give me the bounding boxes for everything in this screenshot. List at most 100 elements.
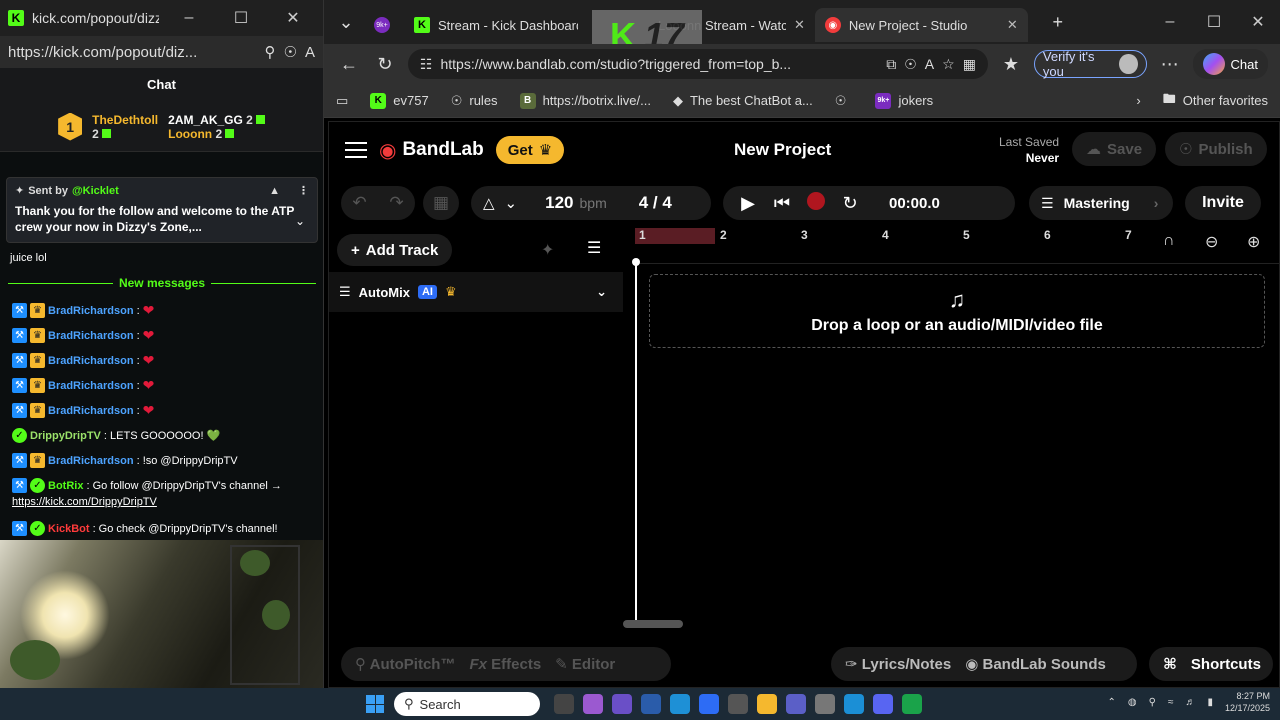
maximize-icon[interactable]: ☐	[1192, 12, 1236, 32]
tab-pinned[interactable]: 9k+	[360, 8, 404, 42]
verify-profile-button[interactable]: Verify it's you	[1033, 49, 1147, 79]
editor-button[interactable]: ✎ Editor	[555, 655, 615, 673]
timeline-ruler[interactable]: 1 2 3 4 5 6 7 ∩ ⊖ ⊕	[635, 228, 1280, 264]
favorite-jokers[interactable]: 9k+ jokers	[875, 92, 933, 109]
clock[interactable]: 8:27 PM 12/17/2025	[1225, 690, 1270, 714]
chevron-down-icon[interactable]: ⌄	[505, 194, 518, 212]
drop-zone[interactable]: ♫ Drop a loop or an audio/MIDI/video fil…	[649, 274, 1265, 348]
volume-icon[interactable]: ♬	[1185, 697, 1195, 708]
discord-icon[interactable]	[873, 694, 893, 714]
file-explorer-icon[interactable]	[757, 694, 777, 714]
invite-button[interactable]: Invite	[1185, 186, 1261, 220]
extension-icon[interactable]: ▦	[963, 56, 976, 73]
favorite-botrix[interactable]: Bhttps://botrix.live/...	[519, 92, 651, 109]
autopitch-button[interactable]: ⚲ AutoPitch™	[355, 655, 455, 673]
effects-button[interactable]: Fx Effects	[469, 656, 541, 673]
publish-button[interactable]: ☉ Publish	[1165, 132, 1267, 166]
minimize-icon[interactable]: –	[167, 9, 211, 27]
snap-magnet-icon[interactable]: ∩	[1163, 232, 1175, 250]
hp-icon[interactable]	[641, 694, 661, 714]
tracking-icon[interactable]: ☉	[284, 43, 297, 61]
favorite-ev757[interactable]: Kev757	[370, 92, 429, 109]
close-tab-icon[interactable]: ✕	[1007, 17, 1018, 33]
tray-app-icon[interactable]: ◍	[1128, 697, 1137, 708]
metronome-icon[interactable]: △	[483, 194, 495, 212]
close-icon[interactable]: ✕	[271, 8, 315, 28]
refresh-icon[interactable]: ↻	[372, 54, 398, 75]
other-favorites[interactable]: 🖿 Other favorites	[1163, 90, 1268, 112]
leader-name-3[interactable]: Looonn	[168, 127, 212, 141]
more-options-icon[interactable]: ⋮	[298, 184, 309, 197]
skip-to-start-icon[interactable]: ⏮	[765, 193, 799, 214]
mastering-button[interactable]: ☰ Mastering ›	[1029, 186, 1173, 220]
chat-username[interactable]: BradRichardson	[48, 380, 134, 392]
zoom-icon[interactable]: ⚲	[265, 43, 276, 61]
tab-new-project-studio[interactable]: ◉ New Project - Studio ✕	[814, 8, 1028, 42]
loop-region[interactable]	[635, 228, 715, 244]
chevron-down-icon[interactable]: ⌄	[295, 214, 305, 228]
horizontal-scrollbar[interactable]	[623, 620, 683, 628]
url-field[interactable]: ☷ https://www.bandlab.com/studio?trigger…	[407, 49, 988, 79]
copilot-chat-button[interactable]: Chat	[1192, 49, 1269, 79]
read-aloud-icon[interactable]: A	[925, 56, 934, 72]
chevron-down-icon[interactable]: ⌄	[596, 284, 607, 300]
favorite-rules[interactable]: ☉ rules	[451, 93, 498, 109]
automix-row[interactable]: ☰ AutoMix AI ♛ ⌄	[329, 272, 623, 312]
chat-username[interactable]: BradRichardson	[48, 330, 134, 342]
read-aloud-icon[interactable]: A	[305, 44, 315, 61]
zoom-app-icon[interactable]	[699, 694, 719, 714]
chevron-up-icon[interactable]: ⌃	[1107, 697, 1115, 708]
chat-username[interactable]: BradRichardson	[48, 455, 134, 467]
popout-url[interactable]: https://kick.com/popout/diz...	[8, 44, 257, 61]
back-icon[interactable]: ←	[336, 54, 362, 75]
chat-link[interactable]: https://kick.com/DrippyDripTV	[12, 496, 157, 508]
new-tab-icon[interactable]: +	[1044, 12, 1072, 33]
app-available-icon[interactable]: ⧉	[886, 56, 896, 73]
menu-icon[interactable]	[345, 142, 367, 158]
tab-actions-chevron-icon[interactable]: ⌄	[332, 12, 360, 33]
pinned-sender[interactable]: @Kicklet	[72, 185, 119, 197]
close-tab-icon[interactable]: ✕	[794, 17, 805, 33]
battery-icon[interactable]: ▮	[1207, 697, 1213, 708]
loop-icon[interactable]: ↻	[833, 193, 867, 214]
app-icon[interactable]	[612, 694, 632, 714]
undo-icon[interactable]: ↶	[345, 193, 375, 213]
save-button[interactable]: ☁ Save	[1072, 132, 1157, 166]
store-icon[interactable]	[728, 694, 748, 714]
chat-username[interactable]: BotRix	[48, 480, 83, 492]
edge-icon[interactable]	[844, 694, 864, 714]
close-icon[interactable]: ✕	[1236, 12, 1280, 32]
collapse-icon[interactable]: ▭	[336, 93, 348, 109]
site-info-icon[interactable]: ☷	[420, 56, 433, 73]
url-text[interactable]: https://www.bandlab.com/studio?triggered…	[440, 56, 878, 72]
tracking-icon[interactable]: ☉	[904, 56, 917, 73]
more-options-icon[interactable]: ⋯	[1157, 54, 1183, 75]
copilot-taskbar-icon[interactable]	[583, 694, 603, 714]
project-title[interactable]: New Project	[734, 140, 831, 160]
lyrics-notes-button[interactable]: ✑ Lyrics/Notes	[845, 655, 951, 673]
unpin-icon[interactable]: ▲	[269, 185, 280, 197]
playhead[interactable]	[632, 258, 640, 624]
chat-username[interactable]: BradRichardson	[48, 305, 134, 317]
bandlab-logo[interactable]: ◉ BandLab	[379, 138, 484, 163]
start-button-icon[interactable]	[366, 695, 384, 713]
chat-username[interactable]: BradRichardson	[48, 355, 134, 367]
time-signature[interactable]: 4 / 4	[639, 193, 672, 213]
wifi-icon[interactable]: ≈	[1168, 697, 1174, 708]
minimize-icon[interactable]: –	[1148, 13, 1192, 31]
add-track-button[interactable]: + Add Track	[337, 234, 453, 266]
chat-username[interactable]: DrippyDripTV	[30, 430, 101, 442]
shortcuts-button[interactable]: ⌘ Shortcuts	[1149, 647, 1273, 681]
favorite-chatbot[interactable]: ◆ The best ChatBot a...	[673, 93, 813, 109]
popout-address-bar[interactable]: https://kick.com/popout/diz... ⚲ ☉ A	[0, 36, 323, 68]
teams-icon[interactable]	[786, 694, 806, 714]
chat-username[interactable]: KickBot	[48, 523, 90, 535]
microphone-icon[interactable]: ⚲	[1149, 697, 1156, 708]
task-view-icon[interactable]	[554, 694, 574, 714]
record-button[interactable]	[799, 191, 833, 215]
zoom-in-icon[interactable]: ⊕	[1247, 232, 1260, 252]
bandlab-sounds-button[interactable]: ◉ BandLab Sounds	[965, 655, 1106, 673]
tab-kick-dashboard[interactable]: K Stream - Kick Dashboard	[404, 8, 588, 42]
track-settings-icon[interactable]: ☰	[587, 238, 601, 258]
leader-name-1[interactable]: TheDethtoll	[92, 113, 158, 127]
